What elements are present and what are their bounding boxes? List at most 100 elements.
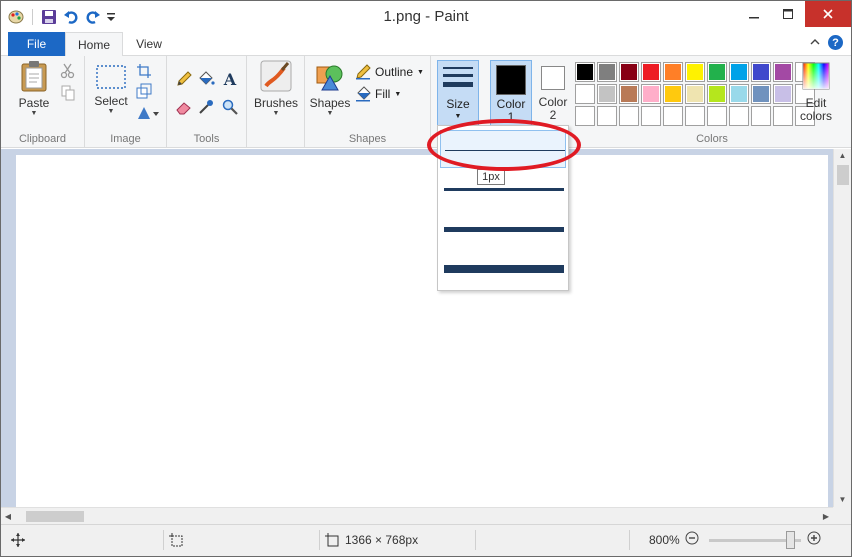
zoom-out-icon <box>685 531 699 545</box>
color-swatch[interactable] <box>685 84 705 104</box>
color-swatch[interactable] <box>619 84 639 104</box>
fill-label: Fill <box>375 87 391 101</box>
color-swatch[interactable] <box>663 62 683 82</box>
color-swatch[interactable] <box>575 62 595 82</box>
tab-home[interactable]: Home <box>65 32 123 57</box>
color-swatch[interactable] <box>641 62 661 82</box>
outline-label: Outline <box>375 65 414 79</box>
color-swatch[interactable] <box>619 106 639 126</box>
color-swatch[interactable] <box>707 84 727 104</box>
color-swatch[interactable] <box>685 106 705 126</box>
color-swatch[interactable] <box>707 62 727 82</box>
eraser-icon[interactable] <box>175 98 193 116</box>
brushes-button[interactable]: Brushes ▼ <box>253 60 299 118</box>
shapes-group-label: Shapes <box>348 133 387 145</box>
fill-bucket-icon[interactable] <box>197 70 215 88</box>
color-swatch[interactable] <box>751 84 771 104</box>
color-picker-icon[interactable] <box>197 98 215 116</box>
minimize-button[interactable] <box>737 1 771 27</box>
color-swatch[interactable] <box>729 84 749 104</box>
color-swatch[interactable] <box>773 62 793 82</box>
color-swatch[interactable] <box>663 84 683 104</box>
color-swatch[interactable] <box>751 62 771 82</box>
color-swatch[interactable] <box>597 84 617 104</box>
color-swatch-fill <box>599 64 615 80</box>
scroll-up-icon[interactable]: ▲ <box>834 149 851 163</box>
size-button[interactable]: Size ▼ <box>437 60 479 126</box>
color-swatch[interactable] <box>773 106 793 126</box>
horizontal-scroll-thumb[interactable] <box>26 511 84 522</box>
drawing-canvas[interactable] <box>16 155 828 513</box>
color-swatch-fill <box>687 108 703 124</box>
color-swatch-fill <box>621 64 637 80</box>
maximize-button[interactable] <box>771 1 805 27</box>
color-swatch[interactable] <box>575 84 595 104</box>
window-title: 1.png - Paint <box>383 8 469 25</box>
color-swatch[interactable] <box>773 84 793 104</box>
select-label: Select <box>94 94 128 108</box>
chevron-down-icon: ▼ <box>326 110 334 117</box>
image-dimensions: 1366 × 768px <box>325 533 418 547</box>
zoom-slider-thumb[interactable] <box>786 531 795 549</box>
horizontal-scrollbar[interactable]: ◀ ▶ <box>1 507 833 524</box>
scroll-left-icon[interactable]: ◀ <box>1 508 15 524</box>
color-swatch[interactable] <box>729 106 749 126</box>
size-option[interactable] <box>440 250 566 288</box>
resize-icon[interactable] <box>135 82 153 100</box>
chevron-down-icon: ▼ <box>272 110 280 117</box>
color-swatch[interactable] <box>597 62 617 82</box>
crop-icon[interactable] <box>135 62 153 80</box>
rotate-icon[interactable] <box>135 104 161 122</box>
zoom-out-button[interactable] <box>685 531 699 545</box>
outline-button[interactable]: Outline ▼ <box>355 64 424 80</box>
fill-button[interactable]: Fill ▼ <box>355 86 401 102</box>
color-swatch[interactable] <box>707 106 727 126</box>
zoom-in-button[interactable] <box>807 531 821 545</box>
tab-file[interactable]: File <box>8 32 65 56</box>
color-swatch-fill <box>775 108 791 124</box>
magnifier-icon[interactable] <box>221 98 239 116</box>
brushes-label: Brushes <box>253 96 299 110</box>
select-button[interactable]: Select ▼ <box>91 64 131 116</box>
copy-icon[interactable] <box>59 84 77 102</box>
text-icon[interactable]: A <box>221 70 239 89</box>
paste-label: Paste <box>18 96 50 110</box>
tab-view[interactable]: View <box>125 32 173 56</box>
color-swatch[interactable] <box>597 106 617 126</box>
cut-icon[interactable] <box>59 62 77 80</box>
shapes-icon <box>316 65 343 91</box>
color-swatch[interactable] <box>685 62 705 82</box>
color2-button[interactable]: Color 2 <box>535 64 571 128</box>
edit-colors-label-2: colors <box>799 109 832 123</box>
status-separator <box>629 530 630 550</box>
close-button[interactable] <box>805 1 851 27</box>
color-swatch[interactable] <box>751 106 771 126</box>
help-icon[interactable]: ? <box>828 35 843 50</box>
scroll-down-icon[interactable]: ▼ <box>834 493 851 507</box>
minimize-ribbon-icon[interactable] <box>810 37 820 48</box>
chevron-down-icon: ▼ <box>454 113 462 120</box>
size-option[interactable] <box>440 210 566 248</box>
tools-group: A Tools <box>167 56 247 148</box>
chevron-down-icon: ▼ <box>394 90 402 98</box>
color-swatch[interactable] <box>575 106 595 126</box>
shapes-button[interactable]: Shapes ▼ <box>307 60 353 118</box>
color-swatch-fill <box>643 86 659 102</box>
color-swatch[interactable] <box>663 106 683 126</box>
color-swatch[interactable] <box>619 62 639 82</box>
color-swatch[interactable] <box>641 106 661 126</box>
paste-button[interactable]: Paste ▼ <box>11 60 57 118</box>
edit-colors-button[interactable]: Edit colors <box>796 62 836 123</box>
color-swatch-fill <box>643 64 659 80</box>
shapes-group: Shapes ▼ Outline ▼ Fill ▼ Shapes <box>305 56 431 148</box>
scroll-right-icon[interactable]: ▶ <box>819 508 833 524</box>
color-swatch[interactable] <box>729 62 749 82</box>
color-swatch-fill <box>753 108 769 124</box>
vertical-scroll-thumb[interactable] <box>837 165 849 185</box>
fill-icon <box>356 86 371 102</box>
vertical-scrollbar[interactable]: ▲ ▼ <box>833 149 851 507</box>
color-swatch[interactable] <box>641 84 661 104</box>
status-separator <box>163 530 164 550</box>
pencil-icon[interactable] <box>175 70 193 88</box>
color1-button[interactable]: Color 1 <box>490 60 532 126</box>
